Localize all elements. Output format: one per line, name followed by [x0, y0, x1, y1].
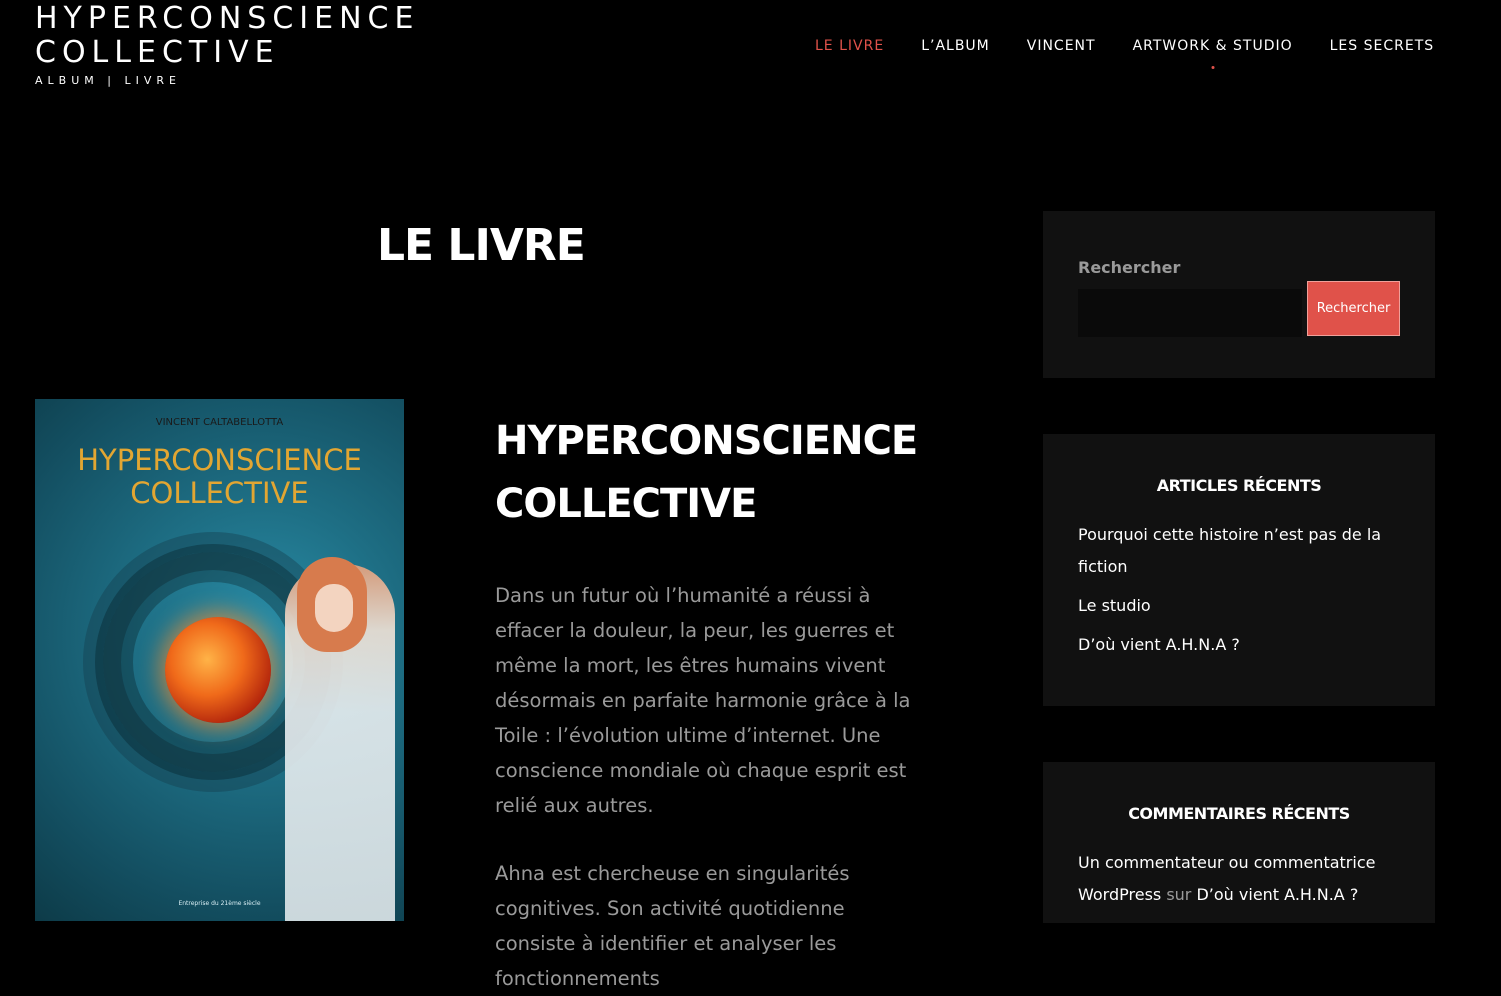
nav-item-artwork-studio-label: ARTWORK & STUDIO	[1132, 38, 1293, 54]
nav-item-le-livre[interactable]: LE LIVRE	[815, 38, 884, 54]
cover-face-graphic	[315, 584, 353, 632]
cover-title: HYPERCONSCIENCE COLLECTIVE	[77, 443, 362, 510]
nav-item-vincent[interactable]: VINCENT	[1027, 38, 1096, 54]
book-title: HYPERCONSCIENCE COLLECTIVE	[495, 418, 918, 527]
nav-item-artwork-studio[interactable]: ARTWORK & STUDIO	[1132, 38, 1293, 69]
site-brand[interactable]: HYPERCONSCIENCE COLLECTIVE ALBUM | LIVRE	[35, 2, 419, 88]
recent-post-link[interactable]: Le studio	[1078, 590, 1400, 622]
dropdown-indicator-icon	[1211, 66, 1215, 69]
nav-item-les-secrets[interactable]: LES SECRETS	[1330, 38, 1435, 54]
page-title: LE LIVRE	[377, 220, 586, 271]
recent-posts-list: Pourquoi cette histoire n’est pas de la …	[1043, 519, 1435, 661]
main-nav: LE LIVRE L’ALBUM VINCENT ARTWORK & STUDI…	[815, 38, 1471, 69]
comment-post-link[interactable]: D’où vient A.H.N.A ?	[1196, 885, 1358, 904]
recent-comment-item: Un commentateur ou commentatrice WordPre…	[1078, 847, 1400, 911]
site-title[interactable]: HYPERCONSCIENCE COLLECTIVE	[35, 2, 419, 70]
search-input[interactable]	[1078, 289, 1302, 337]
cover-author: VINCENT CALTABELLOTTA	[155, 417, 284, 428]
comment-separator: sur	[1166, 885, 1192, 904]
site-subtitle: ALBUM | LIVRE	[35, 74, 181, 87]
nav-item-album[interactable]: L’ALBUM	[921, 38, 990, 54]
search-widget: Rechercher Rechercher	[1043, 211, 1435, 378]
book-cover-image: VINCENT CALTABELLOTTA HYPERCONSCIENCE CO…	[35, 399, 404, 921]
recent-posts-heading: ARTICLES RÉCENTS	[1156, 476, 1322, 495]
recent-post-link[interactable]: D’où vient A.H.N.A ?	[1078, 629, 1400, 661]
recent-posts-widget: ARTICLES RÉCENTS Pourquoi cette histoire…	[1043, 434, 1435, 706]
search-button[interactable]: Rechercher	[1307, 281, 1400, 336]
book-paragraph-2: Ahna est chercheuse en singularités cogn…	[495, 862, 850, 990]
recent-comments-heading: COMMENTAIRES RÉCENTS	[1128, 804, 1350, 823]
cover-tagline: Entreprise du 21ème siècle	[178, 900, 261, 907]
search-label: Rechercher	[1078, 258, 1181, 277]
book-article: HYPERCONSCIENCE COLLECTIVE Dans un futur…	[495, 410, 918, 996]
recent-comments-widget: COMMENTAIRES RÉCENTS Un commentateur ou …	[1043, 762, 1435, 923]
book-paragraph-1: Dans un futur où l’humanité a réussi à e…	[495, 584, 911, 817]
recent-post-link[interactable]: Pourquoi cette histoire n’est pas de la …	[1078, 519, 1400, 583]
cover-sun-graphic	[165, 617, 271, 723]
recent-comments-list: Un commentateur ou commentatrice WordPre…	[1043, 847, 1435, 911]
